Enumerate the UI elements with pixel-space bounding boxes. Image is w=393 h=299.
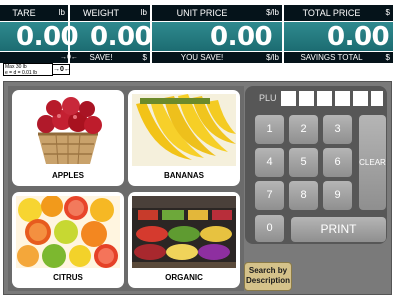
keypad: PLU 1 2 3 4 5 6 7 8 9 0 CLEAR PRINT (245, 86, 387, 244)
display-header-row: TARE lb WEIGHT lb UNIT PRICE $/lb TOTAL … (0, 5, 393, 21)
total-price-unit: $ (385, 8, 390, 17)
unit-price-unit: $/lb (266, 8, 279, 17)
plu-digit-box (299, 91, 314, 106)
citrus-fruits-icon (16, 196, 120, 268)
product-grid: APPLES BANANAS CITRUS ORGANIC (8, 86, 244, 291)
you-save-label: YOU SAVE! (180, 53, 224, 62)
save-label: SAVE! (89, 53, 113, 62)
weight-label: WEIGHT (83, 8, 119, 18)
unit-price-header: UNIT PRICE $/lb (152, 5, 282, 21)
apples-basket-icon (37, 97, 102, 165)
tare-footer (0, 52, 68, 63)
key-1[interactable]: 1 (255, 115, 284, 144)
key-0[interactable]: 0 (255, 215, 284, 242)
plu-digit-box (281, 91, 296, 106)
savings-total-footer: SAVINGS TOTAL $ (284, 52, 393, 63)
product-apples-label: APPLES (51, 171, 84, 180)
tare-header: TARE lb (0, 5, 68, 21)
tare-label: TARE (12, 8, 36, 18)
product-bananas-label: BANANAS (164, 171, 204, 180)
key-3[interactable]: 3 (323, 115, 352, 144)
product-bananas[interactable]: BANANAS (128, 90, 240, 186)
total-price-value: 0.00 (327, 22, 390, 52)
total-price-label: TOTAL PRICE (302, 8, 361, 18)
weight-unit: lb (140, 8, 147, 17)
capacity-info: Max 30 lb e = d = 0.01 lb (3, 63, 53, 76)
key-2[interactable]: 2 (289, 115, 318, 144)
unit-price-label: UNIT PRICE (176, 8, 228, 18)
scale-display: TARE lb WEIGHT lb UNIT PRICE $/lb TOTAL … (0, 0, 393, 80)
weight-header: WEIGHT lb (70, 5, 150, 21)
key-4[interactable]: 4 (255, 148, 284, 177)
savings-total-unit: $ (385, 53, 390, 62)
display-footer-row: SAVE! $ YOU SAVE! $/lb SAVINGS TOTAL $ (0, 52, 393, 63)
search-button-line2: Description (245, 276, 290, 285)
product-citrus[interactable]: CITRUS (12, 192, 124, 288)
save-footer: SAVE! $ (70, 52, 150, 63)
clear-button[interactable]: CLEAR (359, 115, 386, 210)
bananas-icon (132, 94, 236, 166)
zero-button[interactable]: →0← (52, 64, 71, 75)
plu-digit-box (353, 91, 368, 106)
total-price-header: TOTAL PRICE $ (284, 5, 393, 21)
search-button-line1: Search by (248, 266, 288, 275)
product-apples[interactable]: APPLES (12, 90, 124, 186)
plu-digit-box (317, 91, 332, 106)
capacity-division: e = d = 0.01 lb (5, 70, 37, 76)
weight-value: 0.00 (90, 22, 153, 52)
product-organic-label: ORGANIC (165, 273, 203, 282)
plu-digit-box (335, 91, 350, 106)
savings-total-label: SAVINGS TOTAL (300, 53, 363, 62)
tare-unit: lb (58, 8, 65, 17)
key-5[interactable]: 5 (289, 148, 318, 177)
save-unit: $ (142, 53, 147, 62)
you-save-unit: $/lb (266, 53, 279, 62)
produce-stand-icon (132, 196, 236, 268)
print-button[interactable]: PRINT (291, 217, 386, 242)
plu-label: PLU (259, 93, 277, 103)
product-organic[interactable]: ORGANIC (128, 192, 240, 288)
unit-price-value: 0.00 (210, 22, 273, 52)
key-9[interactable]: 9 (323, 181, 352, 210)
main-panel: APPLES BANANAS CITRUS ORGANIC PLU 1 2 3 … (3, 81, 392, 295)
key-6[interactable]: 6 (323, 148, 352, 177)
zero-indicator-icon: →0← (60, 54, 78, 61)
plu-digit-box (371, 91, 383, 106)
key-7[interactable]: 7 (255, 181, 284, 210)
search-by-description-button[interactable]: Search by Description (244, 262, 292, 291)
key-8[interactable]: 8 (289, 181, 318, 210)
tare-value: 0.00 (16, 22, 79, 52)
you-save-footer: YOU SAVE! $/lb (152, 52, 282, 63)
product-citrus-label: CITRUS (53, 273, 83, 282)
